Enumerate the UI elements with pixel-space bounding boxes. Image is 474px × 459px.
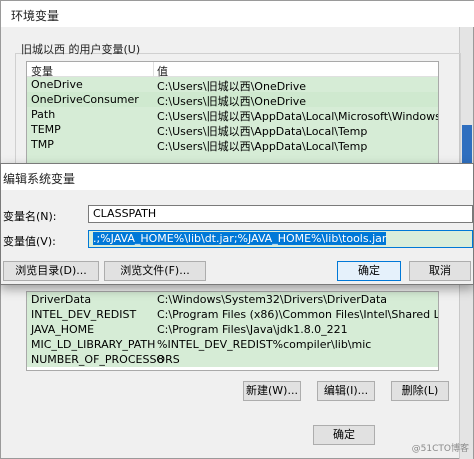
env-ok-button[interactable]: 确定 <box>313 425 375 445</box>
user-variables-table[interactable]: 变量 值 OneDrive C:\Users\旧城以西\OneDrive OneD… <box>26 61 439 169</box>
var-name: MIC_LD_LIBRARY_PATH <box>31 338 156 351</box>
var-value: C:\Program Files\Java\jdk1.8.0_221 <box>157 323 348 336</box>
var-name: INTEL_DEV_REDIST <box>31 308 137 321</box>
browse-file-button[interactable]: 浏览文件(F)... <box>104 261 206 281</box>
var-name: OneDrive <box>31 78 83 91</box>
table-row[interactable]: MIC_LD_LIBRARY_PATH %INTEL_DEV_REDIST%com… <box>27 337 438 352</box>
var-name: TEMP <box>31 123 61 136</box>
var-value: %INTEL_DEV_REDIST%compiler\lib\mic <box>157 338 372 351</box>
table-row[interactable]: DriverData C:\Windows\System32\Drivers\Dr… <box>27 292 438 307</box>
variable-name-label: 变量名(N): <box>3 210 57 223</box>
table-row[interactable]: Path C:\Users\旧城以西\AppData\Local\Microsof… <box>27 107 438 123</box>
table-row[interactable]: TEMP C:\Users\旧城以西\AppData\Local\Temp <box>27 122 438 138</box>
var-value: C:\Program Files (x86)\Common Files\Inte… <box>157 308 438 321</box>
var-name: Path <box>31 108 56 121</box>
table-header: 变量 值 <box>27 62 438 78</box>
cancel-button[interactable]: 取消 <box>409 261 471 281</box>
table-row[interactable]: TMP C:\Users\旧城以西\AppData\Local\Temp <box>27 137 438 153</box>
delete-button[interactable]: 删除(L) <box>391 381 449 401</box>
env-titlebar: 环境变量 <box>1 1 474 27</box>
watermark: @51CTO博客 <box>411 444 469 454</box>
variable-value-input[interactable]: .;%JAVA_HOME%\lib\dt.jar;%JAVA_HOME%\lib… <box>88 230 473 248</box>
var-name: DriverData <box>31 293 92 306</box>
table-row[interactable]: JAVA_HOME C:\Program Files\Java\jdk1.8.0_… <box>27 322 438 337</box>
browse-directory-button[interactable]: 浏览目录(D)... <box>3 261 99 281</box>
new-button[interactable]: 新建(W)... <box>243 381 301 401</box>
user-variables-label: 旧城以西 的用户变量(U) <box>21 43 141 56</box>
var-name: OneDriveConsumer <box>31 93 139 106</box>
table-row[interactable]: OneDrive C:\Users\旧城以西\OneDrive <box>27 77 438 93</box>
ok-button[interactable]: 确定 <box>337 261 401 281</box>
table-row[interactable]: OneDriveConsumer C:\Users\旧城以西\OneDrive <box>27 92 438 108</box>
edge-accent <box>462 125 472 167</box>
variable-name-input[interactable]: CLASSPATH <box>88 205 473 223</box>
var-value: 8 <box>157 353 164 366</box>
var-value: C:\Windows\System32\Drivers\DriverData <box>157 293 388 306</box>
table-row[interactable]: INTEL_DEV_REDIST C:\Program Files (x86)\C… <box>27 307 438 322</box>
env-window-title: 环境变量 <box>11 9 60 23</box>
edit-dialog-title: 编辑系统变量 <box>3 172 76 186</box>
edit-titlebar: 编辑系统变量 <box>1 164 473 190</box>
var-name: JAVA_HOME <box>31 323 95 336</box>
table-row[interactable]: NUMBER_OF_PROCESSORS 8 <box>27 352 438 367</box>
variable-value-label: 变量值(V): <box>3 235 56 248</box>
column-divider <box>153 62 154 77</box>
edit-system-variable-dialog: 编辑系统变量 变量名(N): CLASSPATH 变量值(V): .;%JAVA… <box>0 163 474 285</box>
system-variables-table[interactable]: DriverData C:\Windows\System32\Drivers\Dr… <box>26 291 439 371</box>
selected-value-text: .;%JAVA_HOME%\lib\dt.jar;%JAVA_HOME%\lib… <box>93 232 387 245</box>
edit-button[interactable]: 编辑(I)... <box>317 381 375 401</box>
var-name: TMP <box>31 138 54 151</box>
